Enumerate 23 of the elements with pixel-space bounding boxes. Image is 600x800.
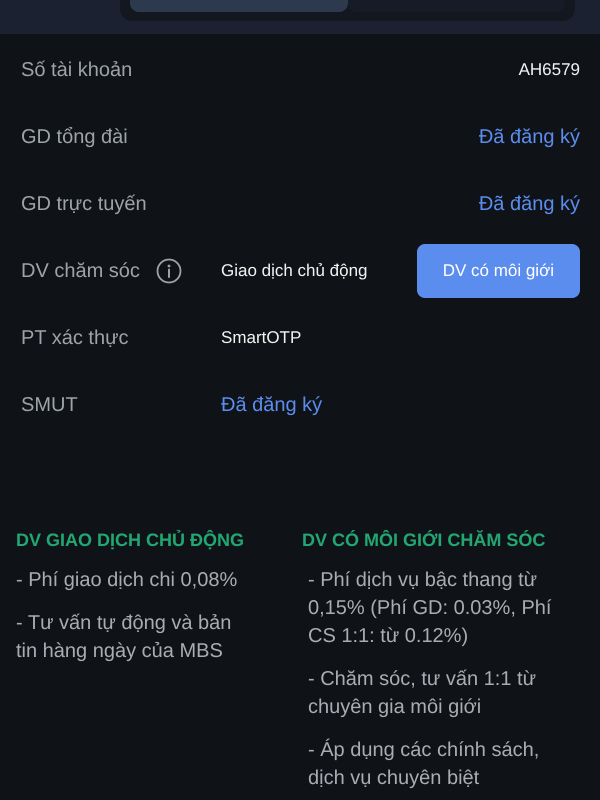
status-link[interactable]: Đã đăng ký	[221, 390, 322, 420]
field-label: Số tài khoản	[21, 58, 132, 82]
service-option[interactable]: DV có môi giới	[416, 244, 580, 298]
benefit-text: - Áp dụng các chính sách, dịch vụ chuyên biệt	[308, 738, 540, 791]
status-text: Đã đăng ký	[478, 124, 580, 150]
account-number: AH6579	[518, 58, 580, 81]
benefit-text: - Chăm sóc, tư vấn 1:1 từ chuyên gia môi giới	[308, 667, 537, 720]
info-icon[interactable]	[156, 258, 182, 284]
tab[interactable]	[130, 0, 348, 12]
status-text: Đã đăng ký	[478, 192, 580, 216]
benefit-text: - Phí giao dịch chi 0,08%	[16, 568, 238, 593]
service-option[interactable]: Giao dịch chủ động	[221, 258, 368, 284]
benefit-text: - Phí dịch vụ bậc thang từ 0,15% (Phí GD: 0.03%, Phí CS 1:1: từ 0.12%)	[308, 568, 552, 649]
field-label: SMUT	[21, 392, 78, 418]
value-text: SmartOTP	[221, 326, 302, 349]
field-label: GD trực tuyến	[21, 192, 147, 216]
section-heading: DV CÓ MÔI GIỚI CHĂM SÓC	[302, 528, 546, 552]
field-label: PT xác thực	[21, 326, 128, 350]
field-label: DV chăm sóc	[21, 258, 140, 284]
section-heading: DV GIAO DỊCH CHỦ ĐỘNG	[16, 528, 246, 552]
field-label: GD tổng đài	[21, 124, 128, 150]
benefit-text: - Tư vấn tự động và bản tin hàng ngày của MBS	[16, 611, 232, 664]
tab[interactable]	[348, 0, 565, 12]
